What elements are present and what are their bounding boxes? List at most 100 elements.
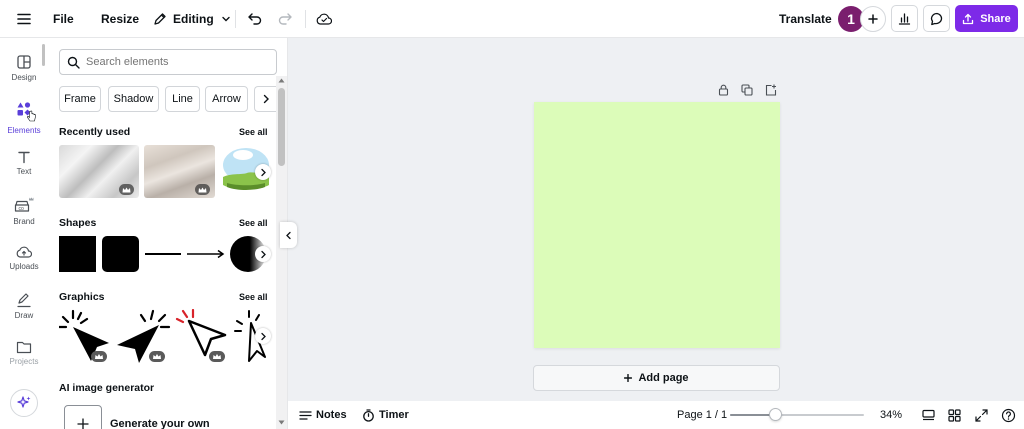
graphics-scroll-right[interactable] — [255, 328, 271, 344]
chevron-down-icon — [221, 16, 230, 22]
shape-square[interactable] — [59, 236, 96, 272]
thumbnail-view-icon[interactable] — [920, 407, 936, 423]
rail-scrollbar[interactable] — [42, 44, 45, 66]
lock-icon[interactable] — [716, 83, 730, 97]
fullscreen-icon[interactable] — [973, 407, 989, 423]
plus-icon — [624, 374, 633, 382]
magic-ai-button[interactable] — [10, 389, 38, 417]
panel-scrollbar-thumb[interactable] — [278, 88, 285, 166]
chip-arrow[interactable]: Arrow — [205, 86, 248, 112]
graphic-cursor-click-3[interactable] — [175, 309, 231, 364]
scroll-down-arrow-icon[interactable] — [278, 420, 285, 425]
editing-label: Editing — [173, 12, 214, 26]
cursor-hand-icon — [27, 110, 36, 122]
resize-button[interactable]: Resize — [101, 0, 139, 38]
section-title-recently-used: Recently used — [59, 126, 131, 138]
premium-crown-icon — [195, 184, 210, 195]
top-bar: File Resize Editing Translate 1 Share — [0, 0, 1024, 38]
projects-icon — [16, 341, 32, 354]
shape-arrow-line[interactable] — [187, 248, 225, 260]
notes-icon — [299, 410, 312, 420]
timer-icon — [363, 408, 374, 422]
rail-item-design[interactable]: Design — [0, 54, 48, 82]
bar-chart-icon — [898, 13, 911, 25]
text-icon — [18, 151, 30, 164]
chips-scroll-right[interactable] — [254, 86, 276, 112]
graphic-cursor-click-1[interactable] — [59, 309, 111, 364]
add-page-label: Add page — [638, 372, 689, 384]
chevron-right-icon — [260, 168, 266, 176]
chevron-left-icon — [286, 231, 291, 239]
chevron-right-icon — [263, 94, 269, 104]
recent-scroll-right[interactable] — [255, 164, 271, 180]
translate-button[interactable]: Translate — [779, 0, 832, 38]
rail-item-text[interactable]: Text — [0, 150, 48, 176]
invite-plus-button[interactable] — [860, 6, 886, 32]
shape-rounded-square[interactable] — [102, 236, 139, 272]
recent-thumb-shadow[interactable] — [144, 145, 215, 198]
file-menu-button[interactable]: File — [53, 0, 74, 38]
timer-button[interactable]: Timer — [362, 401, 409, 429]
notes-label: Notes — [316, 409, 347, 421]
section-title-graphics: Graphics — [59, 291, 105, 303]
help-icon[interactable] — [999, 406, 1017, 424]
duplicate-icon[interactable] — [740, 83, 754, 97]
search-input[interactable] — [86, 56, 266, 68]
design-page[interactable] — [534, 102, 780, 348]
menu-icon[interactable] — [14, 9, 34, 29]
collapse-panel-button[interactable] — [280, 222, 297, 248]
grid-view-icon[interactable] — [946, 407, 962, 423]
chip-line[interactable]: Line — [165, 86, 200, 112]
generate-your-own-label[interactable]: Generate your own — [110, 418, 210, 429]
svg-text:co: co — [19, 206, 25, 212]
cloud-save-icon[interactable] — [314, 9, 334, 29]
timer-label: Timer — [379, 409, 409, 421]
rail-item-brand[interactable]: co Brand — [0, 196, 48, 226]
rail-item-projects[interactable]: Projects — [0, 340, 48, 366]
divider — [235, 10, 236, 28]
notes-button[interactable]: Notes — [299, 401, 347, 429]
shape-line[interactable] — [145, 253, 181, 255]
see-all-recent-link[interactable]: See all — [239, 127, 268, 137]
page-indicator[interactable]: Page 1 / 1 — [677, 401, 727, 429]
brand-icon: co — [14, 197, 34, 212]
plus-icon — [868, 14, 878, 24]
redo-icon[interactable] — [275, 9, 295, 29]
bottom-bar: Notes Timer Page 1 / 1 34% — [288, 401, 1024, 429]
rail-label: Text — [16, 167, 32, 176]
zoom-slider-handle[interactable] — [769, 408, 782, 421]
scroll-up-arrow-icon[interactable] — [278, 78, 285, 83]
editing-mode-dropdown[interactable]: Editing — [153, 0, 231, 38]
add-page-icon[interactable] — [764, 83, 778, 97]
insights-button[interactable] — [891, 5, 918, 32]
add-page-button[interactable]: Add page — [533, 365, 780, 391]
shapes-scroll-right[interactable] — [255, 246, 271, 262]
share-button[interactable]: Share — [955, 5, 1018, 32]
share-label: Share — [980, 12, 1011, 25]
search-icon — [67, 56, 80, 69]
zoom-level[interactable]: 34% — [880, 401, 902, 429]
sparkle-icon — [17, 396, 31, 408]
zoom-slider-track[interactable] — [730, 408, 864, 421]
chevron-right-icon — [260, 250, 266, 258]
rail-item-draw[interactable]: Draw — [0, 292, 48, 320]
chip-shadow[interactable]: Shadow — [108, 86, 159, 112]
rail-label: Design — [11, 73, 37, 82]
plus-icon — [77, 418, 89, 429]
design-icon — [17, 55, 31, 69]
premium-crown-icon — [119, 184, 134, 195]
undo-icon[interactable] — [245, 9, 265, 29]
see-all-shapes-link[interactable]: See all — [239, 218, 268, 228]
graphic-cursor-click-2[interactable] — [115, 309, 171, 364]
see-all-graphics-link[interactable]: See all — [239, 292, 268, 302]
chip-frame[interactable]: Frame — [59, 86, 101, 112]
comments-button[interactable] — [923, 5, 950, 32]
elements-panel: Frame Shadow Line Arrow Recently used Se… — [48, 38, 288, 429]
search-box[interactable] — [59, 49, 277, 75]
rail-label: Brand — [13, 217, 35, 226]
generate-plus-button[interactable] — [64, 405, 102, 429]
uploads-icon — [16, 246, 32, 258]
rail-item-uploads[interactable]: Uploads — [0, 245, 48, 271]
comment-icon — [930, 12, 942, 25]
recent-thumb-silk[interactable] — [59, 145, 139, 198]
